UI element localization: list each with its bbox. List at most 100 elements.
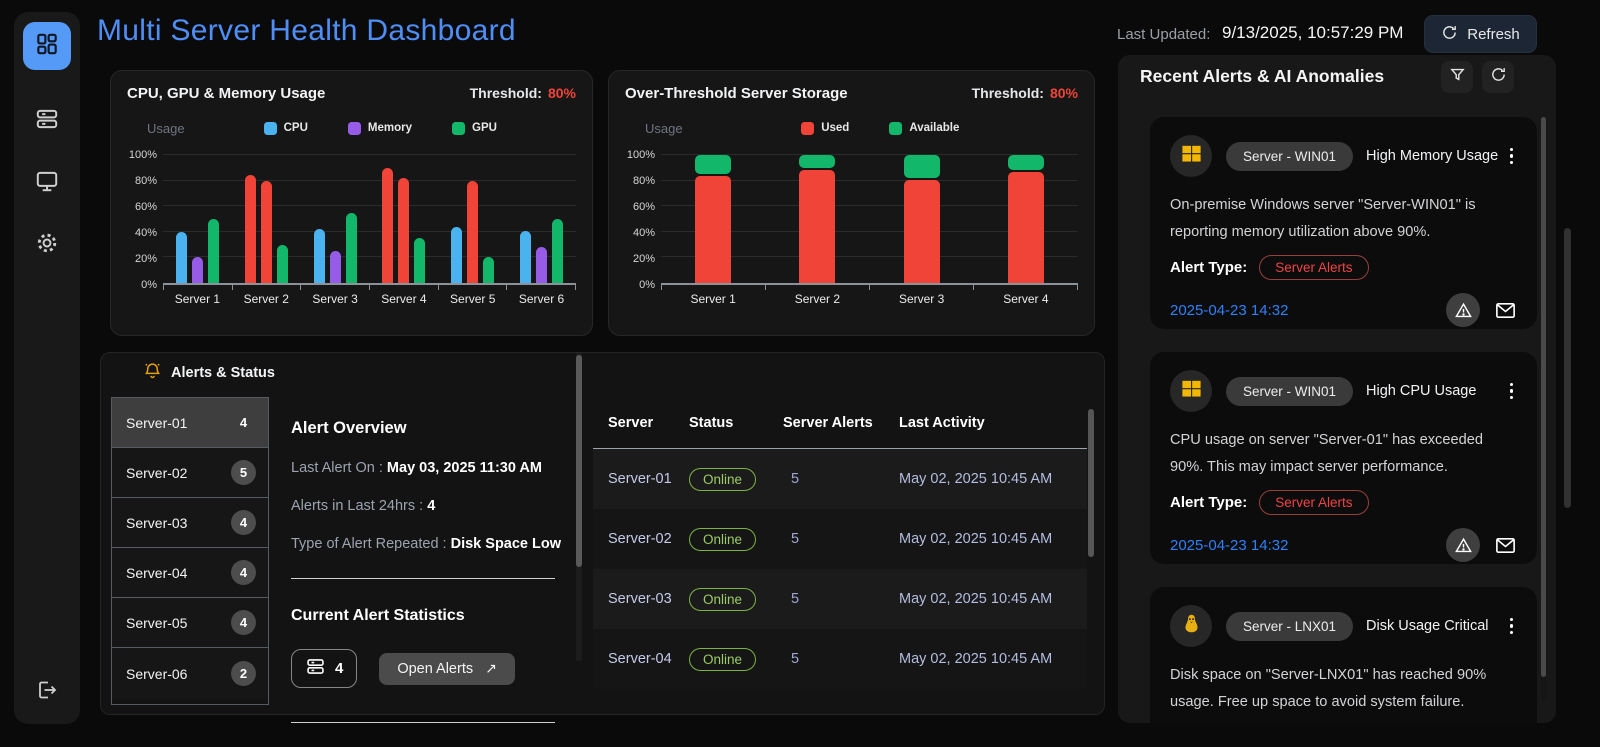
y-tick-label: 0% <box>639 279 655 291</box>
gear-icon <box>34 230 60 261</box>
monitor-icon <box>34 168 60 199</box>
warning-icon[interactable] <box>1446 528 1480 562</box>
os-avatar <box>1170 370 1212 412</box>
table-scrollbar[interactable] <box>1088 403 1094 703</box>
overview-label: Last Alert On : <box>291 460 387 476</box>
server-cell: Server-04 <box>608 651 672 667</box>
page-scrollbar-thumb[interactable] <box>1564 228 1571 508</box>
warning-icon[interactable] <box>1446 293 1480 327</box>
last-activity-cell: May 02, 2025 10:45 AM <box>899 471 1053 487</box>
bar-cpu <box>313 229 325 283</box>
server-list-item[interactable]: Server-06 2 <box>112 648 268 699</box>
alert-description: On-premise Windows server "Server-WIN01"… <box>1170 197 1476 240</box>
axis-tick <box>369 285 438 290</box>
sidebar-item-logout[interactable] <box>35 678 59 707</box>
bar-memory <box>260 180 272 283</box>
sidebar-item-servers[interactable] <box>34 106 60 137</box>
alert-type-badge[interactable]: Server Alerts <box>1259 490 1369 515</box>
bar-group <box>301 155 370 283</box>
mail-icon[interactable] <box>1494 534 1517 557</box>
table-row[interactable]: Server-03 Online 5 May 02, 2025 10:45 AM <box>593 569 1087 629</box>
mail-icon[interactable] <box>1494 299 1517 322</box>
open-alerts-button[interactable]: Open Alerts ↗ <box>379 652 515 685</box>
recent-alerts-title: Recent Alerts & AI Anomalies <box>1140 66 1385 86</box>
bars-area <box>661 154 1078 285</box>
stacked-bar <box>695 155 732 283</box>
server-list-item[interactable]: Server-04 4 <box>112 548 268 599</box>
bar-chart-plot: 0% 20% 40% 60% 80% 100% Server 1 Server 2 Serve… <box>127 149 576 306</box>
server-stack-icon <box>305 656 326 681</box>
filter-button[interactable] <box>1441 61 1473 93</box>
bar-group <box>438 155 507 283</box>
bar-group <box>974 155 1078 283</box>
server-cell: Server-03 <box>608 591 672 607</box>
kebab-menu-icon[interactable] <box>1506 144 1518 169</box>
alert-timestamp[interactable]: 2025-04-23 14:32 <box>1170 537 1288 554</box>
scrollbar-thumb[interactable] <box>576 355 582 567</box>
refresh-alerts-button[interactable] <box>1482 61 1514 93</box>
alert-overview-panel: Alert Overview Last Alert On : May 03, 2… <box>291 397 577 723</box>
server-list-item[interactable]: Server-03 4 <box>112 498 268 549</box>
sidebar-item-dashboard[interactable] <box>23 22 71 70</box>
alert-count-chip[interactable]: 4 <box>291 649 358 688</box>
kebab-menu-icon[interactable] <box>1506 379 1518 404</box>
legend-item-available[interactable]: Available <box>889 121 959 135</box>
legend-item-used[interactable]: Used <box>801 121 850 135</box>
column-header: Status <box>689 414 734 431</box>
column-header: Server <box>608 414 654 431</box>
alert-title: Disk Usage Critical <box>1366 618 1489 634</box>
bar-cpu <box>451 226 463 283</box>
scrollbar-thumb[interactable] <box>1541 117 1546 677</box>
axis-tick <box>765 285 869 290</box>
legend-item-memory[interactable]: Memory <box>347 121 413 135</box>
recent-alerts-panel: Recent Alerts & AI Anomalies Server - WI… <box>1118 55 1556 723</box>
page-title: Multi Server Health Dashboard <box>97 14 516 47</box>
table-row[interactable]: Server-02 Online 5 May 02, 2025 10:45 AM <box>593 509 1087 569</box>
legend-item-gpu[interactable]: GPU <box>452 121 497 135</box>
x-axis-labels: Server 1 Server 2 Server 3 Server 4 Server 5… <box>163 292 576 306</box>
legend-swatch <box>801 121 815 135</box>
refresh-button[interactable]: Refresh <box>1424 15 1537 53</box>
bar-group <box>765 155 869 283</box>
windows-logo-icon <box>1180 377 1203 405</box>
status-cell: Online <box>689 527 783 551</box>
used-segment <box>799 169 836 283</box>
status-badge: Online <box>689 587 757 611</box>
sidebar-item-monitors[interactable] <box>34 168 60 199</box>
bar-memory <box>467 180 479 283</box>
bar-group <box>870 155 974 283</box>
divider <box>291 578 555 579</box>
alert-timestamp[interactable]: 2025-04-23 14:32 <box>1170 302 1288 319</box>
table-header-row: Server Status Server Alerts Last Activity <box>593 397 1087 449</box>
windows-logo-icon <box>1180 142 1203 170</box>
scrollbar-thumb[interactable] <box>1088 409 1094 557</box>
server-list-item[interactable]: Server-05 4 <box>112 598 268 649</box>
alerts-status-section: Alerts & Status Server-01 4 Server-02 5 Serv… <box>100 352 1105 723</box>
overview-scrollbar[interactable] <box>576 353 582 661</box>
server-list-item[interactable]: Server-01 4 <box>112 398 268 449</box>
server-badge: Server - WIN01 <box>1226 376 1354 406</box>
legend-label: Used <box>821 122 850 134</box>
server-alert-count-badge: 4 <box>239 415 248 431</box>
server-alert-count-badge: 5 <box>231 460 256 486</box>
sidebar-item-settings[interactable] <box>34 230 60 261</box>
y-tick-label: 80% <box>134 175 157 187</box>
axis-tick <box>973 285 1077 290</box>
y-tick-label: 0% <box>141 279 157 291</box>
alerts-count-cell: 5 <box>791 531 800 547</box>
status-cell: Online <box>689 587 783 611</box>
panel-scrollbar[interactable] <box>1541 117 1546 701</box>
overview-rows: Last Alert On : May 03, 2025 11:30 AM Ale… <box>291 460 577 552</box>
alert-type-badge[interactable]: Server Alerts <box>1259 255 1369 280</box>
bar-group <box>369 155 438 283</box>
table-row[interactable]: Server-04 Online 5 May 02, 2025 10:45 AM <box>593 629 1087 689</box>
kebab-menu-icon[interactable] <box>1506 614 1518 639</box>
alert-card-footer: 2025-04-23 14:32 <box>1170 293 1517 327</box>
legend-item-cpu[interactable]: CPU <box>263 121 308 135</box>
available-segment <box>799 155 836 168</box>
server-name: Server-04 <box>126 564 188 581</box>
legend-label: Memory <box>367 122 413 134</box>
server-list-item[interactable]: Server-02 5 <box>112 448 268 499</box>
table-row[interactable]: Server-01 Online 5 May 02, 2025 10:45 AM <box>593 449 1087 509</box>
y-tick-label: 20% <box>134 253 157 265</box>
